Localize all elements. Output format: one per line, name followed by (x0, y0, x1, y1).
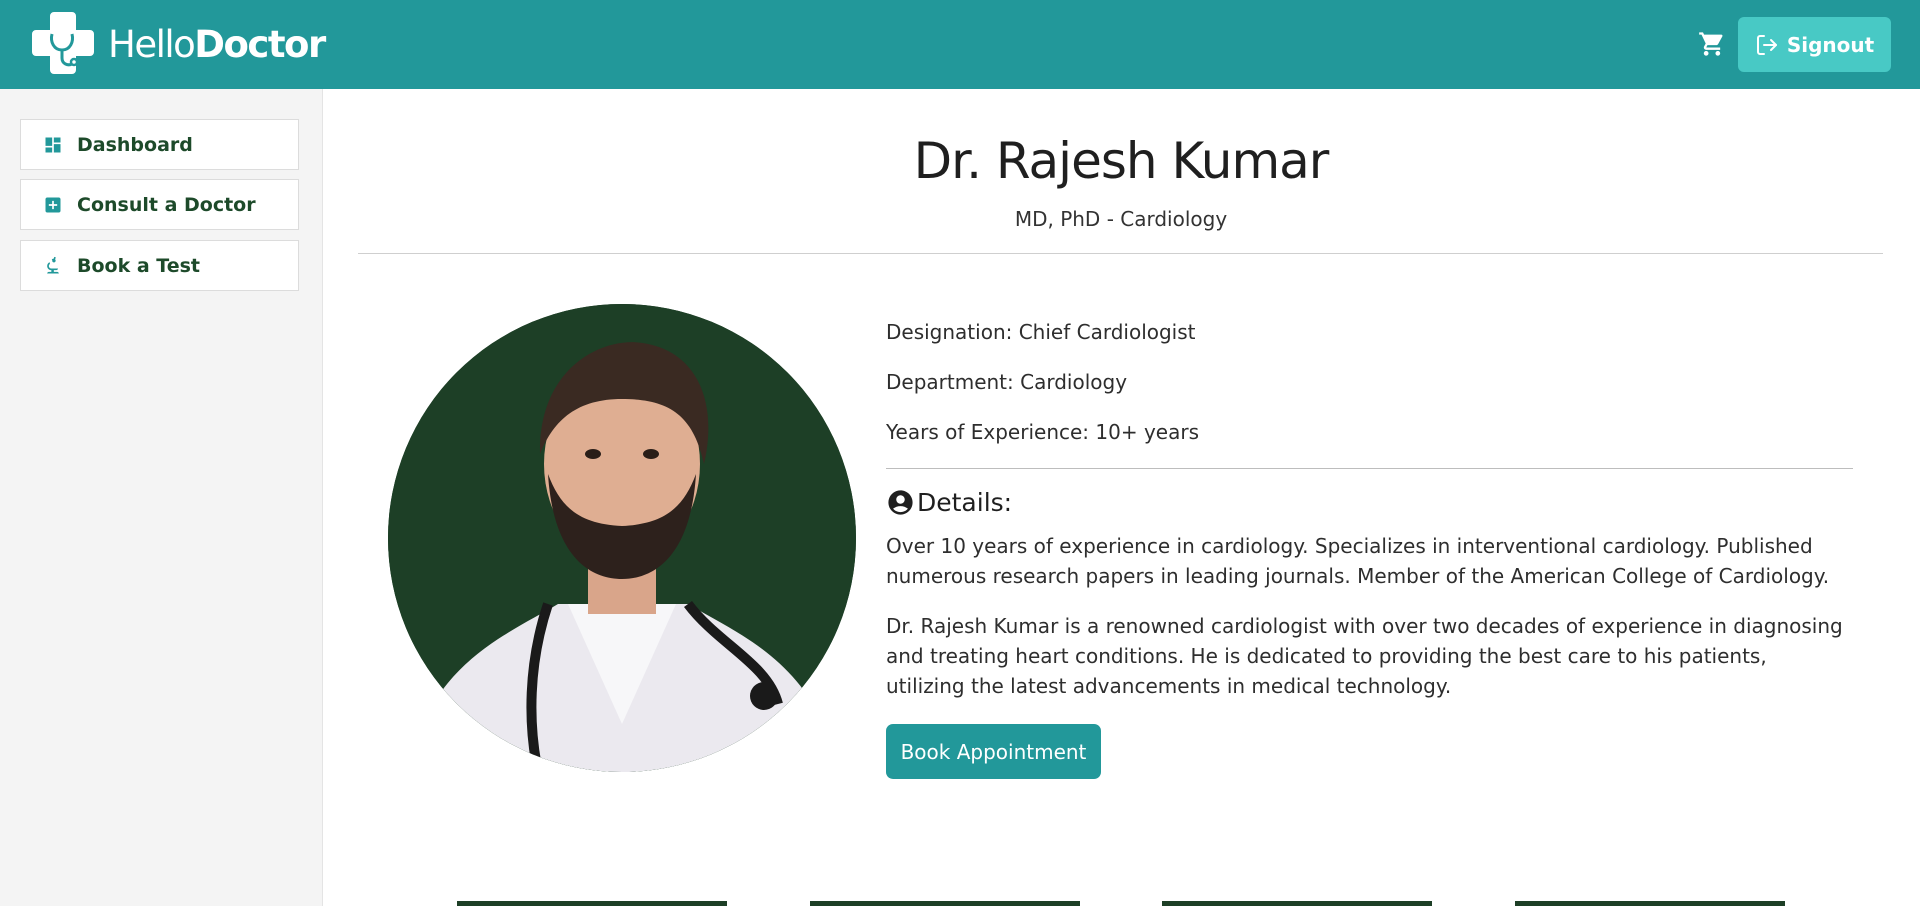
brand-logo[interactable]: HelloDoctor (30, 10, 326, 78)
brand-name-bold: Doctor (194, 22, 326, 66)
top-header: HelloDoctor Signout (0, 0, 1920, 89)
dashboard-icon (45, 137, 61, 152)
related-doctor-card[interactable] (457, 901, 727, 906)
cart-icon[interactable] (1698, 30, 1726, 58)
signout-label: Signout (1786, 32, 1875, 57)
sidebar-item-label: Dashboard (77, 133, 193, 156)
details-heading: Details: (886, 488, 1012, 517)
designation-text: Designation: Chief Cardiologist (886, 320, 1196, 344)
microscope-icon (47, 256, 59, 273)
sidebar-item-book-test[interactable]: Book a Test (20, 240, 299, 291)
medical-cross-stethoscope-icon (32, 12, 94, 74)
logout-icon (1756, 34, 1777, 55)
department-text: Department: Cardiology (886, 370, 1128, 394)
sidebar-item-label: Consult a Doctor (77, 193, 256, 216)
signout-button[interactable]: Signout (1738, 17, 1891, 72)
brand-name-light: Hello (108, 22, 196, 66)
doctor-bio: Dr. Rajesh Kumar is a renowned cardiolog… (886, 614, 1843, 698)
related-doctor-card[interactable] (1162, 901, 1432, 906)
medical-plus-icon (45, 197, 61, 212)
sidebar: Dashboard Consult a Doctor Book a Test (0, 89, 323, 906)
related-doctor-card[interactable] (810, 901, 1080, 906)
sidebar-item-dashboard[interactable]: Dashboard (20, 119, 299, 170)
sidebar-item-consult-doctor[interactable]: Consult a Doctor (20, 179, 299, 230)
experience-text: Years of Experience: 10+ years (886, 420, 1199, 444)
sidebar-item-label: Book a Test (77, 254, 200, 277)
related-doctor-card[interactable] (1515, 901, 1785, 906)
header-divider (358, 253, 1883, 254)
info-divider (886, 468, 1853, 469)
doctor-name: Dr. Rajesh Kumar (913, 132, 1330, 190)
account-circle-icon (888, 490, 913, 515)
doctor-portrait-illustration (388, 304, 856, 772)
doctor-photo (388, 304, 856, 772)
book-appointment-button[interactable]: Book Appointment (886, 724, 1101, 779)
doctor-qualifications: MD, PhD - Cardiology (1014, 207, 1228, 231)
details-heading-label: Details: (917, 488, 1013, 517)
doctor-summary: Over 10 years of experience in cardiolog… (886, 534, 1830, 588)
brand-name: HelloDoctor (108, 22, 326, 66)
